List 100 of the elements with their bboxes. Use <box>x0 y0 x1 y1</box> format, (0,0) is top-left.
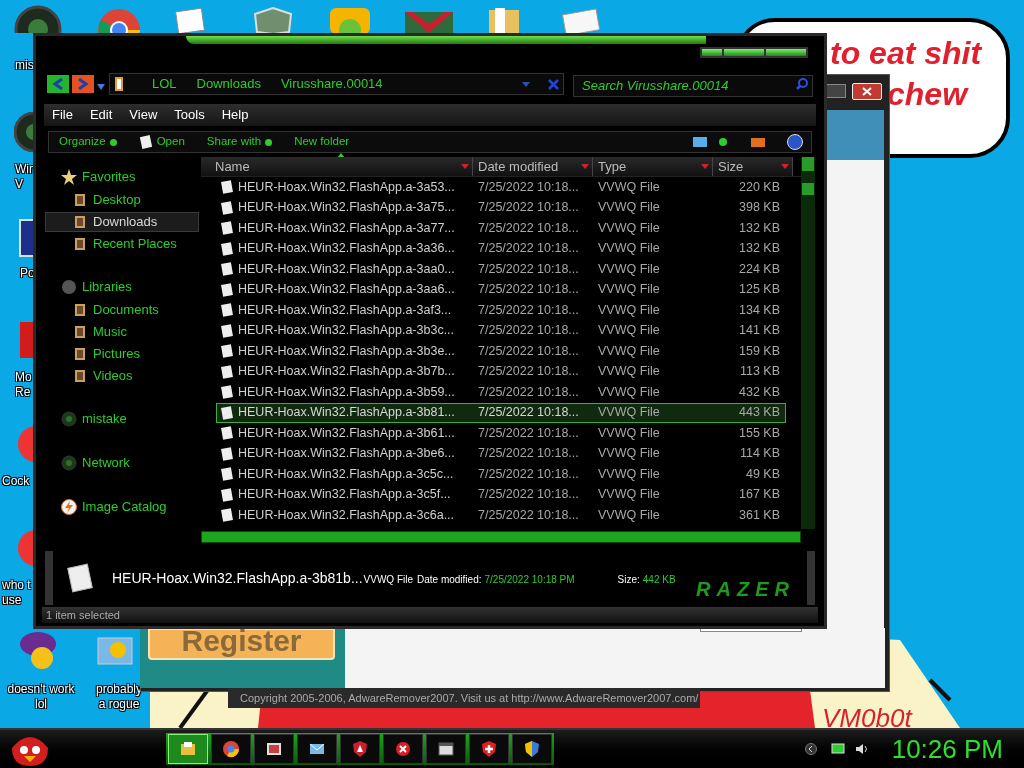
lightning-icon <box>61 499 77 515</box>
back-button[interactable] <box>47 75 69 93</box>
dot-icon[interactable] <box>719 138 727 146</box>
column-header[interactable]: Date modified <box>473 157 593 176</box>
pane-icon[interactable] <box>751 137 765 147</box>
file-row[interactable]: HEUR-Hoax.Win32.FlashApp.a-3b61... 7/25/2022 10:18... VVWQ File 155 KB <box>216 423 786 444</box>
nav-item[interactable]: Favorites <box>82 167 136 187</box>
window-icon <box>437 740 455 758</box>
close-button[interactable] <box>766 49 806 56</box>
folder-icon <box>73 325 87 339</box>
nav-item[interactable]: Videos <box>45 366 199 386</box>
dropdown-icon[interactable] <box>581 164 589 169</box>
command-button[interactable]: Open <box>156 133 185 151</box>
nav-item[interactable]: Libraries <box>82 277 132 297</box>
menu-item[interactable]: Help <box>221 105 249 125</box>
scroll-thumb[interactable] <box>802 183 814 195</box>
help-icon[interactable] <box>787 134 803 150</box>
file-icon <box>220 405 234 420</box>
menu-item[interactable]: Edit <box>89 105 113 125</box>
nav-item[interactable]: mistake <box>82 409 127 429</box>
dropdown-icon[interactable] <box>97 84 105 90</box>
taskbar-button[interactable] <box>512 734 552 764</box>
nav-item[interactable]: Music <box>45 322 199 342</box>
nav-item[interactable]: Downloads <box>45 212 199 232</box>
command-button[interactable]: Organize <box>59 133 106 151</box>
file-row[interactable]: HEUR-Hoax.Win32.FlashApp.a-3be6... 7/25/2022 10:18... VVWQ File 114 KB <box>216 443 786 464</box>
file-type: VVWQ File <box>363 573 413 585</box>
search-icon[interactable] <box>796 78 808 90</box>
nav-item[interactable]: Network <box>82 453 130 473</box>
file-row[interactable]: HEUR-Hoax.Win32.FlashApp.a-3a75... 7/25/2022 10:18... VVWQ File 398 KB <box>216 197 786 218</box>
size-value: 442 KB <box>642 572 676 587</box>
orb-icon[interactable] <box>14 112 33 152</box>
file-row[interactable]: HEUR-Hoax.Win32.FlashApp.a-3b3e... 7/25/2022 10:18... VVWQ File 159 KB <box>216 341 786 362</box>
address-bar[interactable]: LOL Downloads Virusshare.00014 <box>109 73 564 95</box>
file-row[interactable]: HEUR-Hoax.Win32.FlashApp.a-3b59... 7/25/2022 10:18... VVWQ File 432 KB <box>216 382 786 403</box>
file-row[interactable]: HEUR-Hoax.Win32.FlashApp.a-3aa0... 7/25/2022 10:18... VVWQ File 224 KB <box>216 259 786 280</box>
maximize-button[interactable] <box>724 49 764 56</box>
browser-icon <box>222 740 240 758</box>
clear-icon[interactable] <box>548 78 559 90</box>
taskbar-button[interactable] <box>383 734 423 764</box>
column-header[interactable]: Type <box>593 157 713 176</box>
minimize-button[interactable] <box>826 84 846 98</box>
chevron-icon[interactable] <box>804 743 817 755</box>
search-field[interactable]: Search Virusshare.00014 <box>573 74 813 97</box>
command-button[interactable]: Share with <box>206 133 262 151</box>
star-icon <box>61 169 77 185</box>
bubble-text: chew <box>887 78 968 110</box>
flag-icon[interactable] <box>405 12 455 33</box>
smiley-icon[interactable] <box>18 630 58 670</box>
taskbar-button[interactable] <box>211 734 251 764</box>
file-row[interactable]: HEUR-Hoax.Win32.FlashApp.a-3c5f... 7/25/2022 10:18... VVWQ File 167 KB <box>216 484 786 505</box>
nav-item[interactable]: Documents <box>45 300 199 320</box>
clock[interactable]: 10:26 PM <box>891 729 1003 768</box>
file-icon <box>220 426 234 441</box>
file-icon <box>220 262 234 277</box>
file-row[interactable]: HEUR-Hoax.Win32.FlashApp.a-3aa6... 7/25/2022 10:18... VVWQ File 125 KB <box>216 279 786 300</box>
dropdown-icon[interactable] <box>461 164 469 169</box>
orb-icon <box>61 455 77 471</box>
file-row[interactable]: HEUR-Hoax.Win32.FlashApp.a-3c6a... 7/25/2022 10:18... VVWQ File 361 KB <box>216 505 786 526</box>
file-row[interactable]: HEUR-Hoax.Win32.FlashApp.a-3b7b... 7/25/2022 10:18... VVWQ File 113 KB <box>216 361 786 382</box>
monitor-icon[interactable] <box>830 743 845 755</box>
taskbar-button[interactable] <box>426 734 466 764</box>
minimize-button[interactable] <box>702 49 722 56</box>
speaker-icon[interactable] <box>854 743 869 755</box>
scrollbar[interactable] <box>801 157 815 529</box>
column-header[interactable]: Size <box>713 157 793 176</box>
folder-icon <box>114 76 124 92</box>
file-icon <box>220 200 234 215</box>
footer-text: Copyright 2005-2006, AdwareRemover2007. Visit us at http://www.AdwareRemover2007.com/ <box>228 688 700 708</box>
file-row[interactable]: HEUR-Hoax.Win32.FlashApp.a-3b81... 7/25/2022 10:18... VVWQ File 443 KB <box>216 402 786 423</box>
menu-item[interactable]: View <box>129 105 158 125</box>
breadcrumb[interactable]: LOL <box>152 74 177 94</box>
file-row[interactable]: HEUR-Hoax.Win32.FlashApp.a-3a36... 7/25/2022 10:18... VVWQ File 132 KB <box>216 238 786 259</box>
command-button[interactable]: New folder <box>294 133 350 151</box>
file-row[interactable]: HEUR-Hoax.Win32.FlashApp.a-3b3c... 7/25/2022 10:18... VVWQ File 141 KB <box>216 320 786 341</box>
file-row[interactable]: HEUR-Hoax.Win32.FlashApp.a-3c5c... 7/25/2022 10:18... VVWQ File 49 KB <box>216 464 786 485</box>
nav-item[interactable]: Image Catalog <box>82 497 167 517</box>
menu-item[interactable]: File <box>52 105 73 125</box>
file-row[interactable]: HEUR-Hoax.Win32.FlashApp.a-3a77... 7/25/2022 10:18... VVWQ File 132 KB <box>216 218 786 239</box>
menu-item[interactable]: Tools <box>174 105 205 125</box>
dropdown-icon[interactable] <box>701 164 709 169</box>
close-button[interactable] <box>852 83 882 100</box>
file-icon <box>220 180 234 195</box>
nav-item[interactable]: Pictures <box>45 344 199 364</box>
forward-button[interactable] <box>72 75 94 93</box>
breadcrumb[interactable]: Downloads <box>196 74 261 94</box>
taskbar-button[interactable] <box>297 734 337 764</box>
taskbar-button[interactable] <box>254 734 294 764</box>
dropdown-icon[interactable] <box>781 164 789 169</box>
nav-item[interactable]: Desktop <box>45 190 199 210</box>
dropdown-icon[interactable] <box>522 81 530 87</box>
file-icon <box>138 135 153 149</box>
nav-item[interactable]: Recent Places <box>45 234 199 254</box>
file-row[interactable]: HEUR-Hoax.Win32.FlashApp.a-3a53... 7/25/2022 10:18... VVWQ File 220 KB <box>216 177 786 198</box>
scrollbar[interactable] <box>201 531 801 543</box>
taskbar-button[interactable] <box>469 734 509 764</box>
breadcrumb[interactable]: Virusshare.00014 <box>280 74 383 94</box>
column-header[interactable]: Name <box>201 157 473 176</box>
shield-icon <box>523 740 541 758</box>
file-row[interactable]: HEUR-Hoax.Win32.FlashApp.a-3af3... 7/25/2022 10:18... VVWQ File 134 KB <box>216 300 786 321</box>
